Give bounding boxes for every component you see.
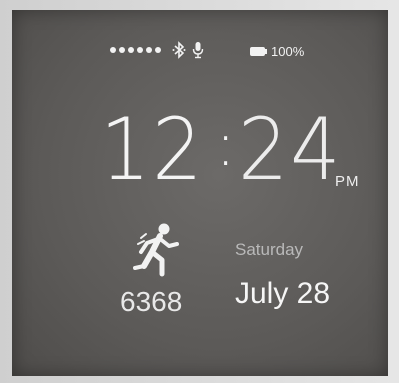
battery-icon (250, 47, 268, 56)
battery-percentage: 100% (271, 44, 305, 59)
bluetooth-icon (172, 41, 186, 59)
clock-ampm: PM (335, 173, 360, 190)
clock-minutes: 24 (237, 100, 343, 200)
device-frame: 100% 12 : 24 PM 6368 Saturday July 28 (0, 0, 399, 383)
calendar-date: July 28 (235, 277, 331, 310)
watch-screen: 100% 12 : 24 PM 6368 Saturday July 28 (12, 10, 388, 376)
running-person-icon (133, 223, 179, 277)
step-count: 6368 (120, 286, 183, 317)
clock-time: 12 : 24 (100, 100, 351, 200)
status-bar: 100% (12, 40, 388, 62)
signal-dots-icon (110, 47, 161, 53)
clock-hours: 12 (100, 100, 205, 200)
clock-separator: : (215, 110, 236, 180)
day-of-week: Saturday (235, 240, 304, 259)
microphone-icon (192, 42, 204, 59)
battery-indicator: 100% (250, 45, 304, 58)
